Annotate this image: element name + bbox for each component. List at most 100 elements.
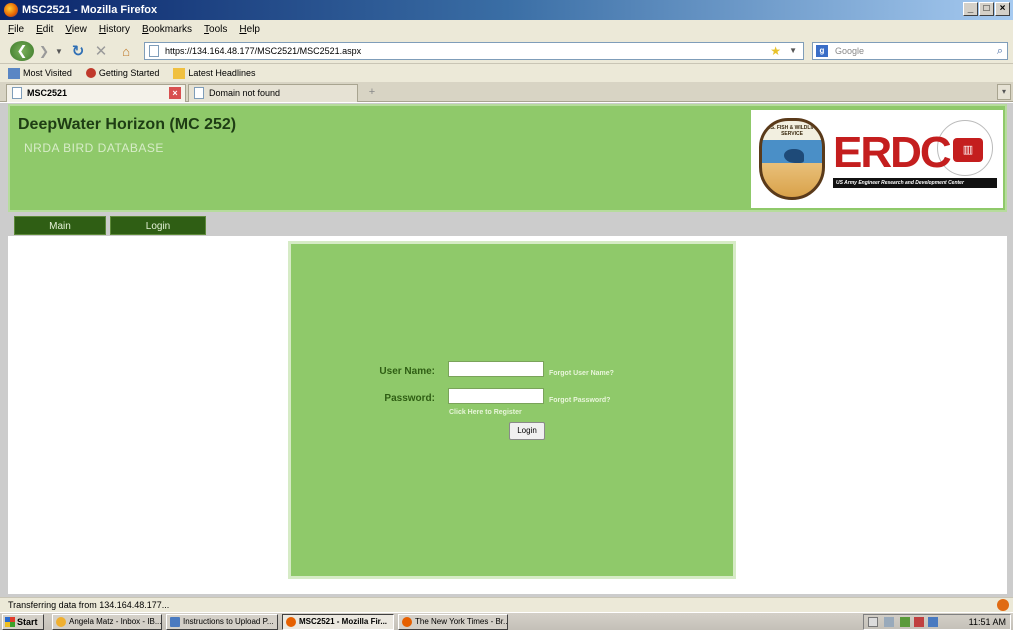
- tab-strip: MSC2521 × Domain not found + ▾: [0, 82, 1013, 102]
- password-field[interactable]: [448, 388, 544, 404]
- menu-edit[interactable]: Edit: [36, 24, 53, 35]
- erdc-logo-text: ERDC: [833, 128, 952, 177]
- most-visited-icon: [8, 67, 20, 79]
- chevron-down-icon: ▼: [55, 46, 63, 56]
- nav-main[interactable]: Main: [14, 216, 106, 235]
- password-label: Password:: [384, 393, 435, 404]
- forgot-username-link[interactable]: Forgot User Name?: [549, 370, 614, 377]
- network-icon[interactable]: [884, 617, 894, 627]
- status-bar: Transferring data from 134.164.48.177...: [0, 597, 1013, 612]
- history-dropdown-button[interactable]: ▼: [54, 41, 64, 61]
- help-icon[interactable]: [868, 617, 878, 627]
- menu-file[interactable]: File: [8, 24, 24, 35]
- erdc-logo: ERDC ▥ US Army Engineer Research and Dev…: [833, 120, 997, 196]
- username-label: User Name:: [379, 366, 435, 377]
- page-icon: [194, 87, 204, 99]
- forgot-password-link[interactable]: Forgot Password?: [549, 397, 610, 404]
- task-instructions[interactable]: Instructions to Upload P...: [166, 614, 278, 630]
- logo-banner: U.S. FISH & WILDLIFE SERVICE ERDC ▥ US A…: [751, 110, 1003, 208]
- username-field[interactable]: [448, 361, 544, 377]
- maximize-button[interactable]: □: [979, 2, 994, 16]
- bookmark-getting-started[interactable]: Getting Started: [85, 68, 159, 78]
- google-icon[interactable]: g: [816, 45, 828, 57]
- menu-tools[interactable]: Tools: [204, 24, 227, 35]
- plus-icon: +: [368, 86, 376, 98]
- reload-button[interactable]: ↻: [70, 41, 86, 61]
- address-url: https://134.164.48.177/MSC2521/MSC2521.a…: [165, 46, 362, 56]
- menu-history[interactable]: History: [99, 24, 130, 35]
- menu-bar: File Edit View History Bookmarks Tools H…: [0, 20, 1013, 38]
- duck-icon: [784, 149, 804, 163]
- window-title-bar: MSC2521 - Mozilla Firefox _ □ ×: [0, 0, 1013, 20]
- reload-icon: ↻: [71, 43, 85, 60]
- bookmark-most-visited[interactable]: Most Visited: [8, 67, 72, 79]
- page-content: DeepWater Horizon (MC 252) NRDA BIRD DAT…: [8, 104, 1007, 594]
- forward-button[interactable]: ❯: [36, 41, 52, 61]
- document-icon: [170, 617, 180, 627]
- antivirus-icon[interactable]: [900, 617, 910, 627]
- close-tab-icon[interactable]: ×: [169, 87, 181, 99]
- tab-label: Domain not found: [209, 88, 281, 98]
- rss-icon: [173, 67, 186, 79]
- window-controls: _ □ ×: [963, 2, 1010, 16]
- system-tray: 11:51 AM: [863, 614, 1011, 630]
- home-button[interactable]: ⌂: [118, 41, 134, 61]
- page-icon: [12, 87, 22, 99]
- page-icon: [149, 45, 159, 57]
- tab-label: MSC2521: [27, 88, 68, 98]
- bookmarks-toolbar: Most Visited Getting Started Latest Head…: [0, 64, 1013, 82]
- window-title: MSC2521 - Mozilla Firefox: [22, 4, 158, 16]
- forward-arrow-icon: ❯: [38, 44, 50, 58]
- minimize-button[interactable]: _: [963, 2, 978, 16]
- task-label: Angela Matz - Inbox - IB...: [69, 617, 162, 626]
- navigation-toolbar: ❮ ❯ ▼ ↻ ✕ ⌂ https://134.164.48.177/MSC25…: [0, 38, 1013, 64]
- task-firefox-msc2521[interactable]: MSC2521 - Mozilla Fir...: [282, 614, 394, 630]
- site-header: DeepWater Horizon (MC 252) NRDA BIRD DAT…: [8, 104, 1007, 212]
- bookmark-label: Most Visited: [23, 68, 72, 78]
- menu-bookmarks[interactable]: Bookmarks: [142, 24, 192, 35]
- clock: 11:51 AM: [968, 617, 1006, 627]
- back-button[interactable]: ❮: [10, 41, 34, 61]
- firefox-icon: [402, 617, 412, 627]
- fws-seal-text: U.S. FISH & WILDLIFE SERVICE: [765, 125, 819, 137]
- security-icon[interactable]: [914, 617, 924, 627]
- volume-icon[interactable]: [928, 617, 938, 627]
- task-label: Instructions to Upload P...: [183, 617, 274, 626]
- site-subtitle: NRDA BIRD DATABASE: [24, 141, 164, 155]
- site-nav: Main Login: [8, 212, 1007, 236]
- address-bar[interactable]: https://134.164.48.177/MSC2521/MSC2521.a…: [144, 42, 804, 60]
- tab-msc2521[interactable]: MSC2521 ×: [6, 84, 186, 102]
- login-button[interactable]: Login: [509, 422, 545, 440]
- task-label: MSC2521 - Mozilla Fir...: [299, 617, 388, 626]
- chevron-down-icon: ▾: [1001, 87, 1006, 96]
- close-button[interactable]: ×: [995, 2, 1010, 16]
- tab-list-button[interactable]: ▾: [997, 84, 1011, 100]
- search-icon[interactable]: ⌕: [997, 43, 1003, 59]
- search-placeholder: Google: [835, 46, 865, 56]
- stop-button[interactable]: ✕: [93, 41, 109, 61]
- menu-view[interactable]: View: [65, 24, 87, 35]
- activity-icon: [997, 599, 1009, 611]
- castle-icon: ▥: [953, 138, 983, 162]
- stop-icon: ✕: [94, 43, 108, 60]
- nav-login[interactable]: Login: [110, 216, 206, 235]
- bookmark-label: Latest Headlines: [188, 68, 256, 78]
- menu-help[interactable]: Help: [239, 24, 260, 35]
- register-link[interactable]: Click Here to Register: [449, 409, 522, 416]
- bookmark-latest-headlines[interactable]: Latest Headlines: [173, 67, 256, 79]
- erdc-tagline: US Army Engineer Research and Developmen…: [833, 178, 997, 188]
- url-dropdown-icon[interactable]: ▼: [789, 43, 797, 59]
- start-label: Start: [17, 617, 38, 627]
- fws-seal-logo: U.S. FISH & WILDLIFE SERVICE: [759, 118, 825, 200]
- task-nytimes[interactable]: The New York Times - Br...: [398, 614, 508, 630]
- page-viewport: DeepWater Horizon (MC 252) NRDA BIRD DAT…: [0, 103, 1013, 597]
- start-button[interactable]: Start: [2, 614, 44, 630]
- home-icon: ⌂: [122, 43, 130, 59]
- tab-domain-not-found[interactable]: Domain not found: [188, 84, 358, 102]
- mail-icon: [56, 617, 66, 627]
- search-input[interactable]: g Google ⌕: [812, 42, 1008, 60]
- task-lotus-notes[interactable]: Angela Matz - Inbox - IB...: [52, 614, 162, 630]
- bookmark-star-icon[interactable]: ★: [770, 43, 781, 59]
- new-tab-button[interactable]: +: [362, 84, 382, 102]
- windows-logo-icon: [5, 617, 15, 627]
